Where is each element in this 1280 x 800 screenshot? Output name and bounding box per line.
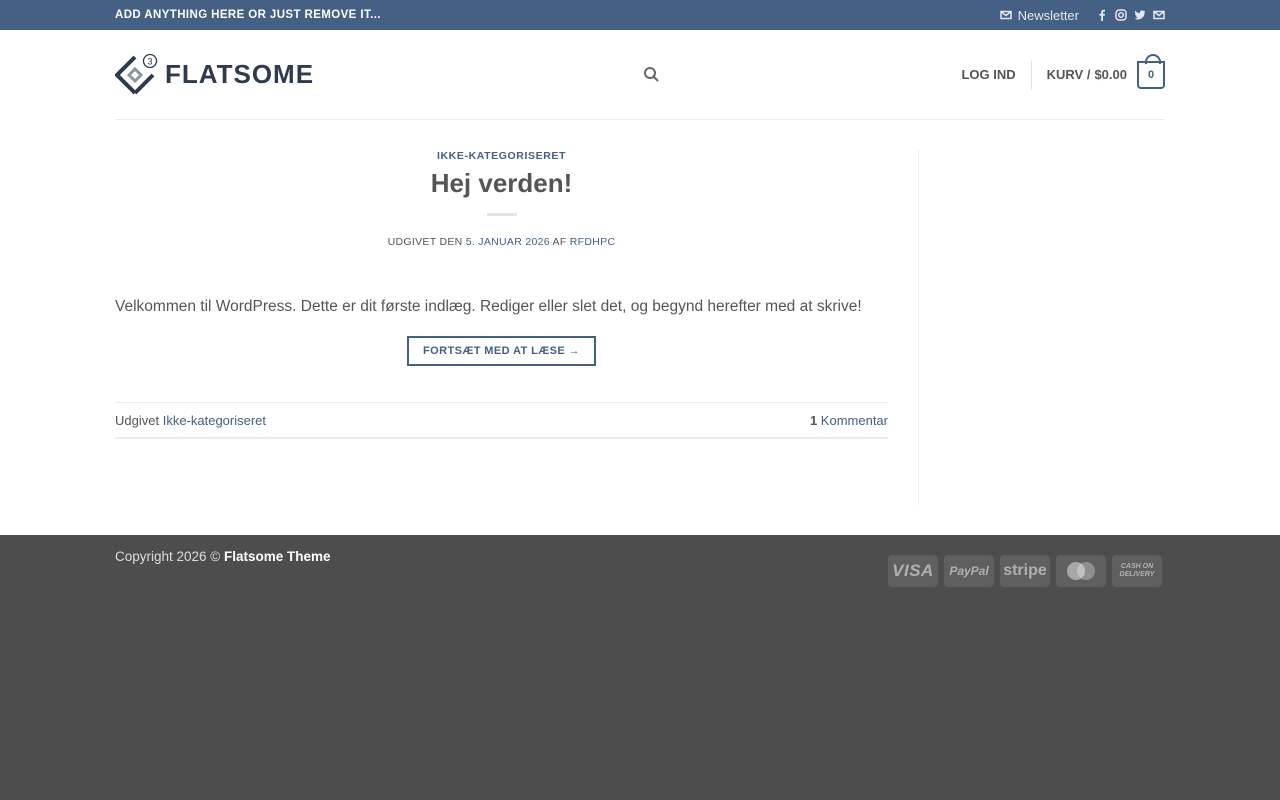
visa-icon: VISA (888, 555, 938, 587)
site-header: 3 FLATSOME LOG IND KURV / $0.00 0 (0, 30, 1280, 120)
payment-icons: VISA PayPal stripe CASH ON DELIVERY (888, 555, 1162, 587)
post-meta: UDGIVET DEN 5. JANUAR 2026 AF RFDHPC (115, 236, 888, 248)
post-title[interactable]: Hej verden! (115, 168, 888, 199)
comment-count: 1 (809, 412, 818, 428)
cart-link[interactable]: KURV / $0.00 0 (1032, 53, 1165, 89)
cart-label: KURV / (1046, 67, 1091, 82)
header-actions: LOG IND KURV / $0.00 0 (961, 53, 1165, 90)
post-category[interactable]: IKKE-KATEGORISERET (115, 150, 888, 162)
top-bar-links: Newsletter (1000, 8, 1165, 23)
mastercard-icon (1056, 555, 1106, 587)
logo-mark-icon: 3 (115, 53, 158, 94)
post-date-link[interactable]: 5. JANUAR 2026 (466, 236, 550, 248)
search-icon[interactable] (643, 66, 661, 84)
comments-link[interactable]: 1 Kommentar (810, 413, 888, 428)
stripe-icon: stripe (1000, 555, 1050, 587)
posted-in-label: Udgivet (115, 412, 160, 428)
copyright: Copyright 2026 © Flatsome Theme (115, 549, 331, 587)
main-content: IKKE-KATEGORISERET Hej verden! UDGIVET D… (0, 120, 1280, 535)
category-link[interactable]: Ikke-kategoriseret (163, 413, 266, 428)
site-footer: Copyright 2026 © Flatsome Theme VISA Pay… (0, 535, 1280, 800)
login-link[interactable]: LOG IND (961, 59, 1032, 90)
envelope-icon[interactable] (1152, 9, 1165, 22)
top-bar: ADD ANYTHING HERE OR JUST REMOVE IT... N… (0, 0, 1280, 30)
logo-text: FLATSOME (165, 59, 315, 89)
comment-label: Kommentar (820, 412, 888, 428)
sidebar (918, 150, 1165, 505)
cart-count: 0 (1147, 68, 1155, 81)
newsletter-label: Newsletter (1017, 7, 1079, 23)
read-more-button[interactable]: FORTSÆT MED AT LÆSE → (407, 336, 596, 366)
site-logo[interactable]: 3 FLATSOME (115, 53, 314, 97)
top-bar-message: ADD ANYTHING HERE OR JUST REMOVE IT... (115, 9, 381, 21)
title-divider (486, 213, 517, 216)
meta-prefix: UDGIVET DEN (387, 236, 463, 248)
post-article: IKKE-KATEGORISERET Hej verden! UDGIVET D… (115, 150, 888, 505)
copyright-prefix: Copyright 2026 © (115, 549, 221, 564)
instagram-icon[interactable] (1114, 9, 1127, 22)
cash-on-delivery-icon: CASH ON DELIVERY (1112, 555, 1162, 587)
post-footer-category: Udgivet Ikke-kategoriseret (115, 413, 266, 428)
meta-by: AF (552, 236, 567, 248)
copyright-name: Flatsome Theme (224, 549, 331, 564)
twitter-icon[interactable] (1133, 9, 1146, 22)
cart-total: $0.00 (1094, 67, 1127, 82)
post-footer: Udgivet Ikke-kategoriseret 1 Kommentar (115, 402, 888, 439)
logo-badge: 3 (147, 56, 152, 66)
post-excerpt: Velkommen til WordPress. Dette er dit fø… (115, 298, 862, 315)
newsletter-link[interactable]: Newsletter (1000, 8, 1079, 23)
cart-bag-icon: 0 (1137, 53, 1165, 89)
facebook-icon[interactable] (1095, 9, 1108, 22)
post-author-link[interactable]: RFDHPC (570, 236, 616, 248)
paypal-icon: PayPal (944, 555, 994, 587)
envelope-icon (1000, 9, 1013, 22)
